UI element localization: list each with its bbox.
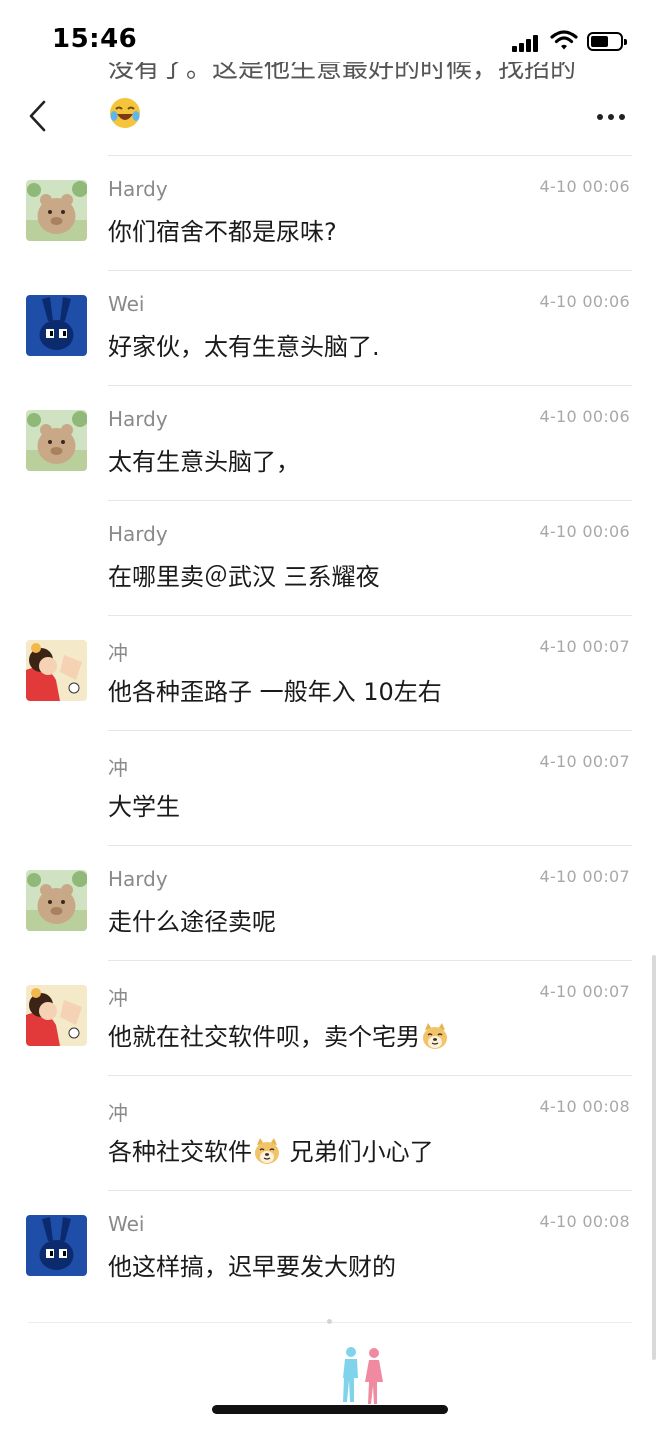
avatar[interactable] <box>26 640 87 701</box>
bear-avatar-icon <box>26 180 87 241</box>
sender-name: 冲 <box>108 756 128 780</box>
message-time: 4-10 00:07 <box>539 982 630 1001</box>
page-indicator-dot <box>327 1319 332 1324</box>
message-time: 4-10 00:06 <box>539 177 630 196</box>
doge-icon <box>423 1023 447 1049</box>
message-text: 他就在社交软件呗，卖个宅男 <box>108 1017 450 1052</box>
divider <box>108 960 632 961</box>
divider <box>108 500 632 501</box>
chevron-left-icon <box>29 100 46 132</box>
sender-name: Hardy <box>108 867 168 891</box>
list-item[interactable]: Wei 4-10 00:06 好家伙，太有生意头脑了. <box>0 270 660 385</box>
list-item[interactable]: Hardy 4-10 00:06 太有生意头脑了， <box>0 385 660 500</box>
sender-name: Hardy <box>108 522 168 546</box>
bear-avatar-icon <box>26 870 87 931</box>
wifi-icon <box>550 30 578 50</box>
message-text: 太有生意头脑了， <box>108 448 300 476</box>
divider <box>108 270 632 271</box>
avatar[interactable] <box>26 410 87 471</box>
message-text: 他这样搞，迟早要发大财的 <box>108 1253 396 1281</box>
sender-name: 冲 <box>108 641 128 665</box>
back-button[interactable] <box>22 96 56 136</box>
sender-name: Hardy <box>108 177 168 201</box>
message-time: 4-10 00:08 <box>539 1212 630 1231</box>
divider <box>108 155 632 156</box>
message-time: 4-10 00:07 <box>539 637 630 656</box>
message-text: 走什么途径卖呢 <box>108 908 276 936</box>
battery-icon <box>587 32 627 51</box>
list-item[interactable]: Hardy 4-10 00:07 走什么途径卖呢 <box>0 845 660 960</box>
message-time: 4-10 00:08 <box>539 1097 630 1116</box>
divider <box>108 1075 632 1076</box>
avatar[interactable] <box>26 870 87 931</box>
bear-avatar-icon <box>26 410 87 471</box>
message-text-part: 各种社交软件 <box>108 1138 252 1166</box>
more-options-button[interactable] <box>590 104 630 128</box>
message-time: 4-10 00:06 <box>539 292 630 311</box>
divider <box>108 615 632 616</box>
message-text: 好家伙，太有生意头脑了. <box>108 333 380 361</box>
blue-rabbit-avatar-icon <box>26 1215 87 1276</box>
cellular-signal-icon <box>512 34 542 52</box>
laughing-crying-emoji-icon <box>110 98 140 128</box>
list-item[interactable]: 冲 4-10 00:08 各种社交软件 兄弟们小心了 <box>0 1075 660 1190</box>
home-indicator[interactable] <box>212 1405 448 1414</box>
cartoon-character-avatar-icon <box>26 640 87 701</box>
previous-message-partial-text: 没有了。这是他生意最好的时候，找招的 <box>108 62 577 84</box>
message-text: 你们宿舍不都是尿味? <box>108 218 337 246</box>
divider <box>108 845 632 846</box>
message-time: 4-10 00:06 <box>539 522 630 541</box>
sender-name: 冲 <box>108 1101 128 1125</box>
doge-icon <box>255 1138 279 1164</box>
list-item[interactable]: Hardy 4-10 00:06 在哪里卖＠武汉 三系耀夜 <box>0 500 660 615</box>
avatar[interactable] <box>26 1215 87 1276</box>
divider <box>108 385 632 386</box>
avatar[interactable] <box>26 985 87 1046</box>
scrollbar[interactable] <box>652 955 656 1360</box>
message-time: 4-10 00:07 <box>539 752 630 771</box>
message-text: 他各种歪路子 一般年入 10左右 <box>108 678 442 706</box>
divider <box>108 730 632 731</box>
message-text: 大学生 <box>108 793 180 821</box>
divider <box>108 1190 632 1191</box>
message-time: 4-10 00:07 <box>539 867 630 886</box>
message-text: 在哪里卖＠武汉 三系耀夜 <box>108 563 380 591</box>
sender-name: 冲 <box>108 986 128 1010</box>
list-item[interactable]: Wei 4-10 00:08 他这样搞，迟早要发大财的 <box>0 1190 660 1305</box>
message-list[interactable]: Hardy 4-10 00:06 你们宿舍不都是尿味? Wei 4-10 00:… <box>0 155 660 1305</box>
sender-name: Wei <box>108 1212 145 1236</box>
message-time: 4-10 00:06 <box>539 407 630 426</box>
couple-silhouette-icon[interactable] <box>333 1344 393 1408</box>
list-item[interactable]: 冲 4-10 00:07 他就在社交软件呗，卖个宅男 <box>0 960 660 1075</box>
avatar[interactable] <box>26 180 87 241</box>
sender-name: Hardy <box>108 407 168 431</box>
avatar[interactable] <box>26 295 87 356</box>
list-item[interactable]: Hardy 4-10 00:06 你们宿舍不都是尿味? <box>0 155 660 270</box>
blue-rabbit-avatar-icon <box>26 295 87 356</box>
list-item[interactable]: 冲 4-10 00:07 大学生 <box>0 730 660 845</box>
message-text: 各种社交软件 兄弟们小心了 <box>108 1132 434 1167</box>
cartoon-character-avatar-icon <box>26 985 87 1046</box>
message-text-part: 兄弟们小心了 <box>282 1138 434 1166</box>
more-horizontal-icon <box>597 114 603 120</box>
list-item[interactable]: 冲 4-10 00:07 他各种歪路子 一般年入 10左右 <box>0 615 660 730</box>
message-text-part: 他就在社交软件呗，卖个宅男 <box>108 1023 420 1051</box>
sender-name: Wei <box>108 292 145 316</box>
status-time: 15:46 <box>52 24 138 54</box>
